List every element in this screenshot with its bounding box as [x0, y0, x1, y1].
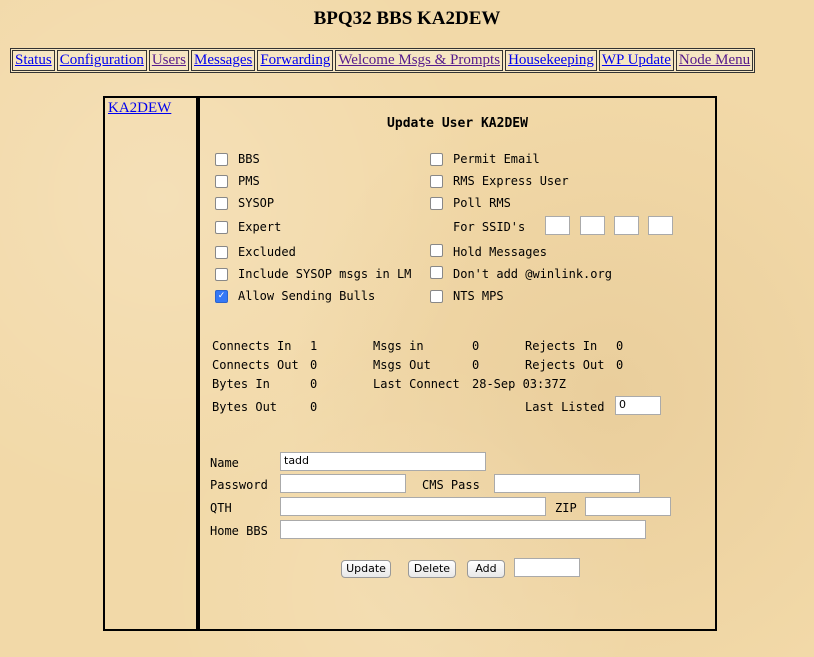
- qth-input[interactable]: [280, 497, 546, 516]
- nav-users-link[interactable]: Users: [148, 50, 190, 71]
- bytes-in-label: Bytes In: [212, 377, 270, 391]
- pms-checkbox[interactable]: [215, 175, 228, 188]
- rms-express-user-label: RMS Express User: [453, 174, 569, 188]
- name-label: Name: [210, 456, 239, 470]
- nts-mps-checkbox[interactable]: [430, 290, 443, 303]
- last-listed-label: Last Listed: [525, 400, 605, 414]
- nts-mps-label: NTS MPS: [453, 289, 504, 303]
- user-list-panel: KA2DEW: [103, 96, 198, 631]
- user-edit-panel: Update User KA2DEW BBS PMS SYSOP Expert …: [198, 96, 717, 631]
- main-nav-bar: Status Configuration Users Messages Forw…: [10, 48, 756, 73]
- nav-forwarding-link[interactable]: Forwarding: [257, 50, 334, 71]
- bytes-in-value: 0: [310, 377, 318, 391]
- nav-wp-update-link[interactable]: WP Update: [598, 50, 674, 71]
- dont-add-winlink-checkbox[interactable]: [430, 266, 443, 279]
- rms-express-user-checkbox[interactable]: [430, 175, 443, 188]
- last-connect-value: 28-Sep 03:37Z: [472, 377, 566, 391]
- excluded-checkbox[interactable]: [215, 246, 228, 259]
- nav-configuration-link[interactable]: Configuration: [56, 50, 147, 71]
- home-bbs-label: Home BBS: [210, 524, 268, 538]
- ssid-input-1[interactable]: [545, 216, 570, 235]
- ssid-input-4[interactable]: [648, 216, 673, 235]
- nav-welcome-msgs-link[interactable]: Welcome Msgs & Prompts: [335, 50, 504, 71]
- zip-input[interactable]: [585, 497, 671, 516]
- connects-out-label: Connects Out: [212, 358, 299, 372]
- qth-label: QTH: [210, 501, 232, 515]
- include-sysop-msgs-checkbox[interactable]: [215, 268, 228, 281]
- add-user-input[interactable]: [514, 558, 580, 577]
- update-button[interactable]: Update: [341, 560, 391, 578]
- rejects-in-value: 0: [616, 339, 624, 353]
- connects-in-label: Connects In: [212, 339, 292, 353]
- ssid-input-2[interactable]: [580, 216, 605, 235]
- nav-messages-link[interactable]: Messages: [191, 50, 256, 71]
- expert-checkbox[interactable]: [215, 221, 228, 234]
- pms-label: PMS: [238, 174, 260, 188]
- expert-label: Expert: [238, 220, 282, 234]
- name-input[interactable]: tadd: [280, 452, 486, 471]
- include-sysop-msgs-label: Include SYSOP msgs in LM: [238, 267, 412, 281]
- allow-sending-bulls-label: Allow Sending Bulls: [238, 289, 376, 303]
- dont-add-winlink-label: Don't add @winlink.org: [453, 267, 612, 281]
- user-list-item[interactable]: KA2DEW: [108, 100, 171, 117]
- ssid-label: For SSID's: [453, 220, 526, 234]
- nav-status-link[interactable]: Status: [12, 50, 55, 71]
- connects-in-value: 1: [310, 339, 318, 353]
- poll-rms-checkbox[interactable]: [430, 197, 443, 210]
- last-listed-input[interactable]: 0: [615, 396, 661, 415]
- connects-out-value: 0: [310, 358, 318, 372]
- excluded-label: Excluded: [238, 245, 296, 259]
- cms-pass-label: CMS Pass: [422, 478, 480, 492]
- zip-label: ZIP: [555, 501, 577, 515]
- form-title: Update User KA2DEW: [387, 116, 528, 131]
- allow-sending-bulls-checkbox[interactable]: ✓: [215, 290, 228, 303]
- nav-housekeeping-link[interactable]: Housekeeping: [505, 50, 597, 71]
- add-button[interactable]: Add: [467, 560, 505, 578]
- bbs-label: BBS: [238, 152, 260, 166]
- hold-messages-label: Hold Messages: [453, 245, 547, 259]
- sysop-checkbox[interactable]: [215, 197, 228, 210]
- bbs-checkbox[interactable]: [215, 153, 228, 166]
- msgs-out-label: Msgs Out: [373, 358, 431, 372]
- msgs-in-label: Msgs in: [373, 339, 424, 353]
- poll-rms-label: Poll RMS: [453, 196, 511, 210]
- password-input[interactable]: [280, 474, 406, 493]
- last-connect-label: Last Connect: [373, 377, 460, 391]
- sysop-label: SYSOP: [238, 196, 275, 210]
- rejects-in-label: Rejects In: [525, 339, 598, 353]
- delete-button[interactable]: Delete: [408, 560, 456, 578]
- msgs-out-value: 0: [472, 358, 480, 372]
- nav-node-menu-link[interactable]: Node Menu: [675, 50, 754, 71]
- bytes-out-value: 0: [310, 400, 318, 414]
- page-title: BPQ32 BBS KA2DEW: [313, 8, 501, 29]
- permit-email-label: Permit Email: [453, 152, 540, 166]
- ssid-input-3[interactable]: [614, 216, 639, 235]
- hold-messages-checkbox[interactable]: [430, 244, 443, 257]
- msgs-in-value: 0: [472, 339, 480, 353]
- home-bbs-input[interactable]: [280, 520, 646, 539]
- password-label: Password: [210, 478, 268, 492]
- rejects-out-value: 0: [616, 358, 624, 372]
- cms-pass-input[interactable]: [494, 474, 640, 493]
- rejects-out-label: Rejects Out: [525, 358, 605, 372]
- bytes-out-label: Bytes Out: [212, 400, 278, 414]
- permit-email-checkbox[interactable]: [430, 153, 443, 166]
